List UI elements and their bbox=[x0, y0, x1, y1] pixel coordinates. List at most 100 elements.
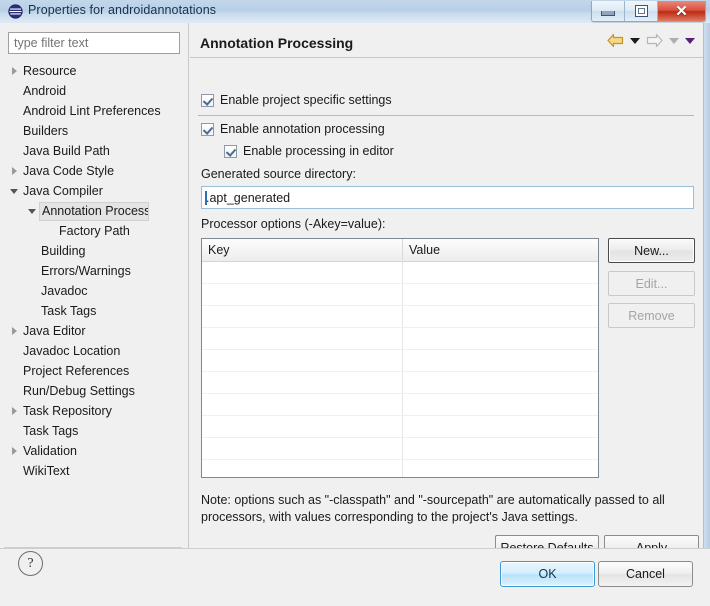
tree-spacer bbox=[28, 307, 37, 316]
tree-spacer bbox=[10, 107, 19, 116]
sidebar-item-wikitext[interactable]: WikiText bbox=[0, 461, 187, 481]
page-title: Annotation Processing bbox=[200, 35, 353, 51]
sidebar-item-java-compiler[interactable]: Java Compiler bbox=[0, 181, 187, 201]
sidebar-item-label: Validation bbox=[23, 444, 77, 458]
sidebar-item-label: Java Build Path bbox=[23, 144, 110, 158]
enable-annotation-processing-checkbox[interactable] bbox=[201, 123, 214, 136]
tree-spacer bbox=[10, 87, 19, 96]
sidebar-item-javadoc[interactable]: Javadoc bbox=[0, 281, 187, 301]
close-icon: ✕ bbox=[675, 4, 688, 19]
caret-right-icon bbox=[12, 407, 17, 415]
tree-expand-icon[interactable] bbox=[10, 167, 19, 176]
sidebar-item-label: Javadoc Location bbox=[23, 344, 120, 358]
sidebar-item-building[interactable]: Building bbox=[0, 241, 187, 261]
table-row-empty[interactable] bbox=[202, 350, 598, 372]
sidebar-item-android[interactable]: Android bbox=[0, 81, 187, 101]
column-header-value[interactable]: Value bbox=[403, 239, 598, 260]
sidebar-item-label: Java Compiler bbox=[23, 184, 103, 198]
column-header-key[interactable]: Key bbox=[202, 239, 403, 260]
sidebar-item-java-editor[interactable]: Java Editor bbox=[0, 321, 187, 341]
sidebar-item-task-repository[interactable]: Task Repository bbox=[0, 401, 187, 421]
back-arrow-icon[interactable] bbox=[607, 33, 624, 48]
tree-expand-icon[interactable] bbox=[10, 447, 19, 456]
sidebar-item-validation[interactable]: Validation bbox=[0, 441, 187, 461]
table-row-empty[interactable] bbox=[202, 284, 598, 306]
sidebar-item-label: Factory Path bbox=[59, 224, 130, 238]
filter-input[interactable] bbox=[8, 32, 180, 54]
sidebar-item-label: Builders bbox=[23, 124, 68, 138]
cell-value bbox=[403, 284, 598, 305]
table-row-empty[interactable] bbox=[202, 306, 598, 328]
sidebar-item-label: Task Tags bbox=[23, 424, 78, 438]
properties-dialog: Properties for androidannotations ✕ Reso… bbox=[0, 0, 710, 606]
sidebar-item-project-references[interactable]: Project References bbox=[0, 361, 187, 381]
settings-tree[interactable]: Resource Android Android Lint Preferences B… bbox=[0, 61, 187, 543]
tree-expand-icon[interactable] bbox=[10, 67, 19, 76]
enable-project-specific-settings-label: Enable project specific settings bbox=[220, 93, 392, 107]
sidebar-item-label: Android bbox=[23, 84, 66, 98]
sidebar-item-java-build-path[interactable]: Java Build Path bbox=[0, 141, 187, 161]
remove-option-button: Remove bbox=[608, 303, 695, 328]
sidebar-item-task-tags[interactable]: Task Tags bbox=[0, 301, 187, 321]
enable-processing-in-editor-checkbox[interactable] bbox=[224, 145, 237, 158]
sidebar-item-builders[interactable]: Builders bbox=[0, 121, 187, 141]
sidebar-item-label: Java Editor bbox=[23, 324, 86, 338]
table-row-empty[interactable] bbox=[202, 328, 598, 350]
eclipse-icon bbox=[8, 4, 23, 19]
tree-expand-icon[interactable] bbox=[10, 327, 19, 336]
enable-project-specific-settings-checkbox[interactable] bbox=[201, 94, 214, 107]
sidebar-item-resource[interactable]: Resource bbox=[0, 61, 187, 81]
window-title: Properties for androidannotations bbox=[28, 3, 216, 17]
minimize-button[interactable] bbox=[592, 1, 625, 21]
sidebar-item-android-lint-preferences[interactable]: Android Lint Preferences bbox=[0, 101, 187, 121]
back-dropdown-icon[interactable] bbox=[630, 38, 640, 44]
caret-right-icon bbox=[12, 67, 17, 75]
sidebar-item-label: Javadoc bbox=[41, 284, 88, 298]
processor-options-table[interactable]: Key Value bbox=[201, 238, 599, 478]
restore-button[interactable] bbox=[625, 1, 658, 21]
cancel-button[interactable]: Cancel bbox=[598, 561, 693, 587]
cancel-button-label: Cancel bbox=[626, 567, 665, 581]
help-icon[interactable]: ? bbox=[18, 551, 43, 576]
generated-source-directory-input[interactable] bbox=[201, 186, 694, 209]
table-row-empty[interactable] bbox=[202, 416, 598, 438]
minimize-icon bbox=[601, 11, 615, 16]
enable-annotation-processing-row[interactable]: Enable annotation processing bbox=[201, 122, 385, 136]
new-option-button[interactable]: New... bbox=[608, 238, 695, 263]
enable-processing-in-editor-row[interactable]: Enable processing in editor bbox=[224, 144, 394, 158]
tree-spacer bbox=[28, 267, 37, 276]
tree-spacer bbox=[10, 387, 19, 396]
tree-collapse-icon[interactable] bbox=[28, 207, 37, 216]
table-row-empty[interactable] bbox=[202, 394, 598, 416]
cell-value bbox=[403, 262, 598, 283]
sidebar-item-javadoc-location[interactable]: Javadoc Location bbox=[0, 341, 187, 361]
tree-collapse-icon[interactable] bbox=[10, 187, 19, 196]
page-menu-dropdown-icon[interactable] bbox=[685, 38, 695, 44]
ok-button[interactable]: OK bbox=[500, 561, 595, 587]
window-right-scroll-strip[interactable] bbox=[703, 23, 710, 548]
sidebar-item-errors-warnings[interactable]: Errors/Warnings bbox=[0, 261, 187, 281]
table-row-empty[interactable] bbox=[202, 262, 598, 284]
caret-right-icon bbox=[12, 327, 17, 335]
processor-options-note: Note: options such as "-classpath" and "… bbox=[201, 492, 701, 526]
forward-arrow-icon bbox=[646, 33, 663, 48]
sidebar-item-factory-path[interactable]: Factory Path bbox=[0, 221, 187, 241]
table-row-empty[interactable] bbox=[202, 438, 598, 460]
table-row-empty[interactable] bbox=[202, 460, 598, 478]
sidebar-item-java-code-style[interactable]: Java Code Style bbox=[0, 161, 187, 181]
sidebar-item-task-tags[interactable]: Task Tags bbox=[0, 421, 187, 441]
text-cursor bbox=[205, 191, 207, 205]
tree-spacer bbox=[28, 287, 37, 296]
sidebar-item-label: Run/Debug Settings bbox=[23, 384, 135, 398]
sidebar-item-run-debug-settings[interactable]: Run/Debug Settings bbox=[0, 381, 187, 401]
sidebar-item-annotation-processing[interactable]: Annotation Processing bbox=[0, 201, 187, 221]
tree-spacer bbox=[46, 227, 55, 236]
close-button[interactable]: ✕ bbox=[658, 1, 705, 21]
table-body[interactable] bbox=[202, 262, 598, 478]
tree-expand-icon[interactable] bbox=[10, 407, 19, 416]
cell-key bbox=[202, 350, 403, 371]
cell-key bbox=[202, 438, 403, 459]
window-titlebar: Properties for androidannotations ✕ bbox=[0, 0, 710, 24]
enable-project-specific-settings-row[interactable]: Enable project specific settings bbox=[201, 93, 392, 107]
table-row-empty[interactable] bbox=[202, 372, 598, 394]
